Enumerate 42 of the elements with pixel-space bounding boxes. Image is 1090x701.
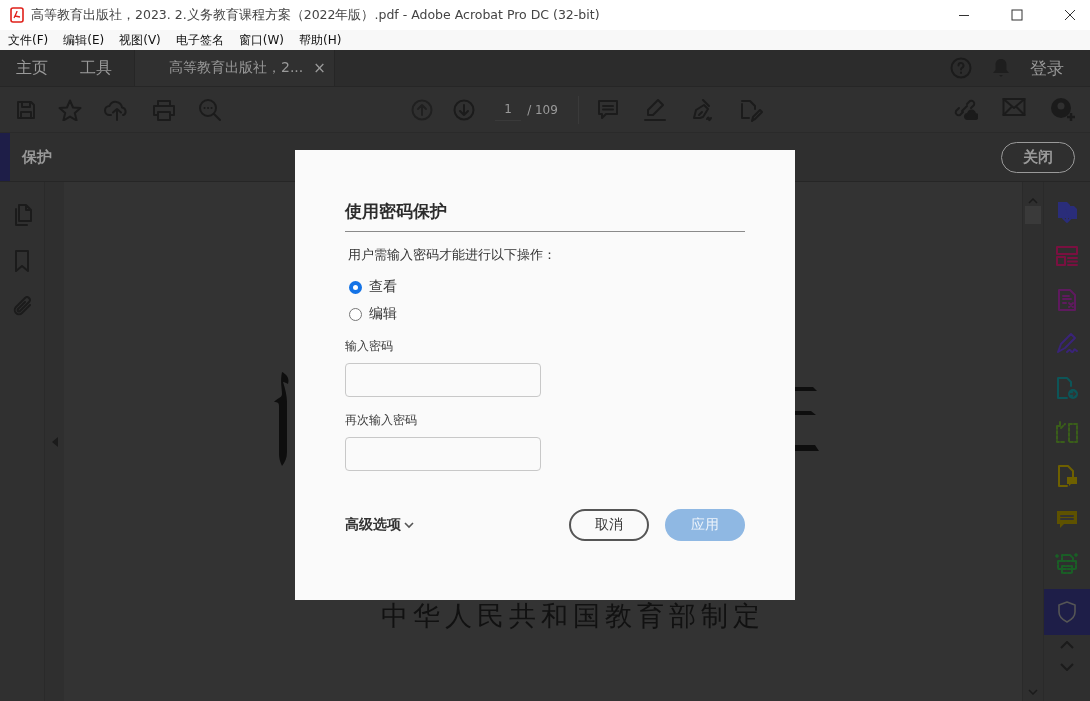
menu-item[interactable]: 编辑(E) [55,31,112,49]
close-tab-icon[interactable]: × [313,59,326,77]
field-label: 输入密码 [345,339,394,354]
tool-accent-bar [0,133,10,181]
sign-in-link[interactable]: 登录 [1030,56,1064,80]
tool-icon[interactable] [1055,376,1079,400]
menu-item[interactable]: 窗口(W) [230,31,292,49]
page-count: / 109 [527,102,558,117]
tab[interactable]: 主页 [0,50,64,86]
tool-icon[interactable] [1055,288,1079,312]
cancel-button[interactable]: 取消 [569,509,649,541]
tool-icon[interactable] [1055,600,1079,624]
tool-icon[interactable] [1055,244,1079,268]
dialog-description: 用户需输入密码才能进行以下操作： [348,246,557,264]
tool-icon[interactable] [1055,552,1079,576]
menu-item[interactable]: 电子签名 [167,31,231,49]
dialog-title: 使用密码保护 [345,200,745,232]
tool-icon[interactable] [1055,200,1079,224]
tool-icon[interactable] [1055,332,1079,356]
menu-item[interactable]: 文件(F) [0,31,56,49]
tool-icon[interactable] [1055,464,1079,488]
password-field[interactable] [345,437,541,471]
password-field[interactable] [345,363,541,397]
field-label: 再次输入密码 [345,413,418,428]
radio-button[interactable] [349,307,362,321]
tab[interactable]: 工具 [64,50,128,86]
menu-item[interactable]: 帮助(H) [291,31,349,49]
chevron-down-icon[interactable] [404,521,414,529]
tool-icon[interactable] [1055,420,1079,444]
advanced-options-toggle[interactable]: 高级选项 [345,516,414,534]
tab[interactable]: 高等教育出版社，2... × [134,50,335,86]
radio-label[interactable]: 编辑 [369,305,397,323]
page-number-field[interactable]: 1 [495,102,522,121]
radio-label[interactable]: 查看 [369,278,397,296]
close-icon[interactable] [1064,9,1076,21]
tool-item[interactable] [1044,589,1090,635]
radio-button[interactable] [349,280,362,294]
maximize-icon[interactable] [1011,9,1023,21]
window-title: 高等教育出版社，2023. 2.义务教育课程方案（2022年版）.pdf - Adobe Acrobat Pro DC (32-bit) [31,6,601,24]
tool-title: 保护 [22,147,52,167]
pdf-icon [10,7,24,23]
menu-item[interactable]: 视图(V) [111,31,168,49]
